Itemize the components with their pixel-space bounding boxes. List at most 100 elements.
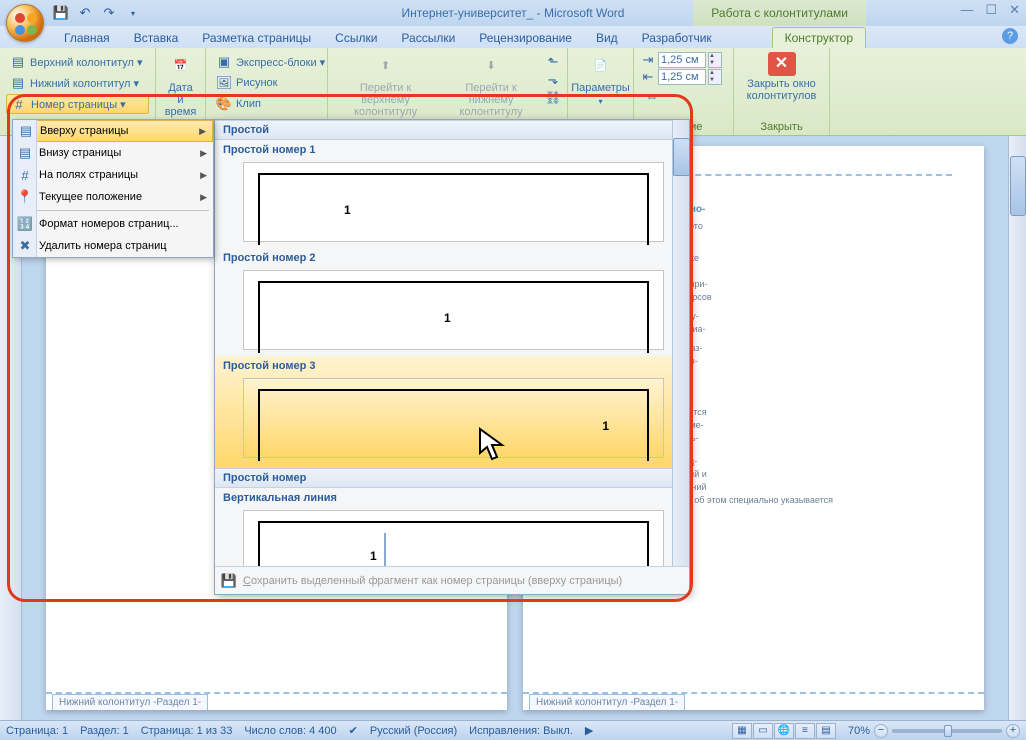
- btn-page-number[interactable]: #Номер страницы ▾: [6, 94, 149, 114]
- gallery-preview-1: 1: [243, 162, 664, 242]
- tab-insert[interactable]: Вставка: [122, 28, 191, 48]
- ribbon-tabs: Главная Вставка Разметка страницы Ссылки…: [0, 26, 1026, 48]
- save-selection-icon: 💾: [221, 573, 237, 589]
- footer-bottom-icon: ⇤: [640, 69, 656, 85]
- btn-picture[interactable]: 🖼Рисунок: [212, 73, 321, 93]
- menu-top-of-page[interactable]: ▤ Вверху страницы ▶: [13, 120, 213, 142]
- redo-icon[interactable]: ↷: [100, 4, 118, 22]
- quickparts-icon: ▣: [216, 54, 232, 70]
- zoom-slider-thumb[interactable]: [944, 725, 952, 737]
- tab-dev[interactable]: Разработчик: [630, 28, 724, 48]
- status-proofing-icon[interactable]: ✔: [349, 724, 358, 737]
- office-button[interactable]: [6, 4, 44, 42]
- gallery-category: Простой: [215, 120, 672, 140]
- menu-current-position[interactable]: 📍 Текущее положение ▶: [13, 186, 213, 208]
- status-section[interactable]: Раздел: 1: [80, 725, 129, 737]
- gallery-scroll-thumb[interactable]: [673, 138, 690, 176]
- status-track-changes[interactable]: Исправления: Выкл.: [469, 725, 573, 737]
- header-top-icon: ⇥: [640, 52, 656, 68]
- vertical-scrollbar[interactable]: [1008, 136, 1026, 720]
- options-icon: 📄: [585, 52, 617, 80]
- title-bar: 💾 ↶ ↷ ▾ Интернет-университет_ - Microsof…: [0, 0, 1026, 26]
- zoom-slider[interactable]: [892, 729, 1002, 733]
- btn-goto-header[interactable]: ⬆Перейти к верхнему колонтитулу: [334, 50, 437, 120]
- spinner-arrows-icon[interactable]: ▲▼: [708, 69, 722, 85]
- qat-more-icon[interactable]: ▾: [124, 4, 142, 22]
- clip-icon: 🎨: [216, 96, 232, 112]
- btn-clip[interactable]: 🎨Клип: [212, 94, 321, 114]
- btn-insert-align-tab[interactable]: ⇔: [640, 86, 727, 106]
- help-icon[interactable]: ?: [1002, 28, 1018, 44]
- zoom-control: 70% − +: [848, 724, 1020, 738]
- zoom-level[interactable]: 70%: [848, 725, 870, 737]
- btn-bottom-footer[interactable]: ▤Нижний колонтитул ▾: [6, 73, 149, 93]
- gallery-item-2[interactable]: Простой номер 2 1: [215, 248, 672, 350]
- maximize-icon[interactable]: ☐: [985, 2, 997, 18]
- zoom-in-button[interactable]: +: [1006, 724, 1020, 738]
- view-web[interactable]: 🌐: [774, 723, 794, 739]
- menu-format-numbers[interactable]: 🔢 Формат номеров страниц...: [13, 213, 213, 235]
- close-icon[interactable]: ✕: [1009, 2, 1020, 18]
- menu-bottom-of-page[interactable]: ▤ Внизу страницы ▶: [13, 142, 213, 164]
- zoom-out-button[interactable]: −: [874, 724, 888, 738]
- spin-header-from-top[interactable]: ⇥ 1,25 см ▲▼: [640, 52, 727, 68]
- btn-options[interactable]: 📄Параметры▾: [574, 50, 627, 110]
- gallery-preview-4: 1: [243, 510, 664, 566]
- page-top-icon: ▤: [18, 123, 34, 139]
- tab-mail[interactable]: Рассылки: [389, 28, 467, 48]
- remove-icon: ✖: [17, 238, 33, 254]
- view-full-screen[interactable]: ▭: [753, 723, 773, 739]
- status-language[interactable]: Русский (Россия): [370, 725, 457, 737]
- link-previous-icon[interactable]: ⛓: [545, 90, 561, 106]
- prev-section-icon[interactable]: ⬑: [545, 54, 561, 70]
- footer-icon: ▤: [10, 75, 26, 91]
- status-word-count[interactable]: Число слов: 4 400: [244, 725, 336, 737]
- tab-view[interactable]: Вид: [584, 28, 630, 48]
- footer-tag[interactable]: Нижний колонтитул -Раздел 1-: [52, 694, 208, 710]
- quick-access-toolbar: 💾 ↶ ↷ ▾: [52, 4, 142, 22]
- btn-datetime[interactable]: 📅 Дата и время: [162, 50, 199, 120]
- scrollbar-thumb[interactable]: [1010, 156, 1026, 216]
- spinner-arrows-icon[interactable]: ▲▼: [708, 52, 722, 68]
- datetime-icon: 📅: [165, 52, 197, 80]
- next-section-icon[interactable]: ⬎: [545, 72, 561, 88]
- btn-goto-footer[interactable]: ⬇Перейти к нижнему колонтитулу: [441, 50, 541, 120]
- status-macro-icon[interactable]: ▶: [585, 724, 593, 737]
- footer-tag[interactable]: Нижний колонтитул -Раздел 1-: [529, 694, 685, 710]
- close-x-icon: ✕: [768, 52, 796, 76]
- view-draft[interactable]: ▤: [816, 723, 836, 739]
- status-page[interactable]: Страница: 1: [6, 725, 68, 737]
- gallery-item-1[interactable]: Простой номер 1 1: [215, 140, 672, 242]
- save-icon[interactable]: 💾: [52, 4, 70, 22]
- page-number-gallery: Простой Простой номер 1 1 Простой номер …: [214, 119, 690, 595]
- tab-layout[interactable]: Разметка страницы: [190, 28, 323, 48]
- goto-footer-icon: ⬇: [475, 52, 507, 80]
- gallery-scrollbar[interactable]: [672, 120, 689, 566]
- undo-icon[interactable]: ↶: [76, 4, 94, 22]
- view-print-layout[interactable]: ▦: [732, 723, 752, 739]
- tab-review[interactable]: Рецензирование: [467, 28, 584, 48]
- current-pos-icon: 📍: [17, 189, 33, 205]
- gallery-preview-2: 1: [243, 270, 664, 350]
- group-close-label: Закрыть: [740, 121, 823, 133]
- menu-margins[interactable]: # На полях страницы ▶: [13, 164, 213, 186]
- tab-home[interactable]: Главная: [52, 28, 122, 48]
- menu-remove-numbers[interactable]: ✖ Удалить номера страниц: [13, 235, 213, 257]
- btn-close-hf[interactable]: ✕ Закрыть окно колонтитулов: [740, 50, 823, 104]
- page-margins-icon: #: [17, 167, 33, 183]
- view-outline[interactable]: ≡: [795, 723, 815, 739]
- tab-refs[interactable]: Ссылки: [323, 28, 389, 48]
- gallery-item-3[interactable]: Простой номер 3 1: [215, 356, 672, 468]
- page-bottom-icon: ▤: [17, 145, 33, 161]
- align-tab-icon: ⇔: [644, 88, 660, 104]
- minimize-icon[interactable]: —: [960, 2, 973, 18]
- status-page-of[interactable]: Страница: 1 из 33: [141, 725, 233, 737]
- view-buttons: ▦ ▭ 🌐 ≡ ▤: [732, 723, 836, 739]
- goto-header-icon: ⬆: [370, 52, 402, 80]
- tab-designer[interactable]: Конструктор: [772, 27, 866, 48]
- gallery-item-4[interactable]: Вертикальная линия 1: [215, 488, 672, 566]
- btn-quickparts[interactable]: ▣Экспресс-блоки ▾: [212, 52, 321, 72]
- save-selection-button[interactable]: Сохранить выделенный фрагмент как номер …: [243, 575, 622, 587]
- btn-top-header[interactable]: ▤Верхний колонтитул ▾: [6, 52, 149, 72]
- spin-footer-from-bottom[interactable]: ⇤ 1,25 см ▲▼: [640, 69, 727, 85]
